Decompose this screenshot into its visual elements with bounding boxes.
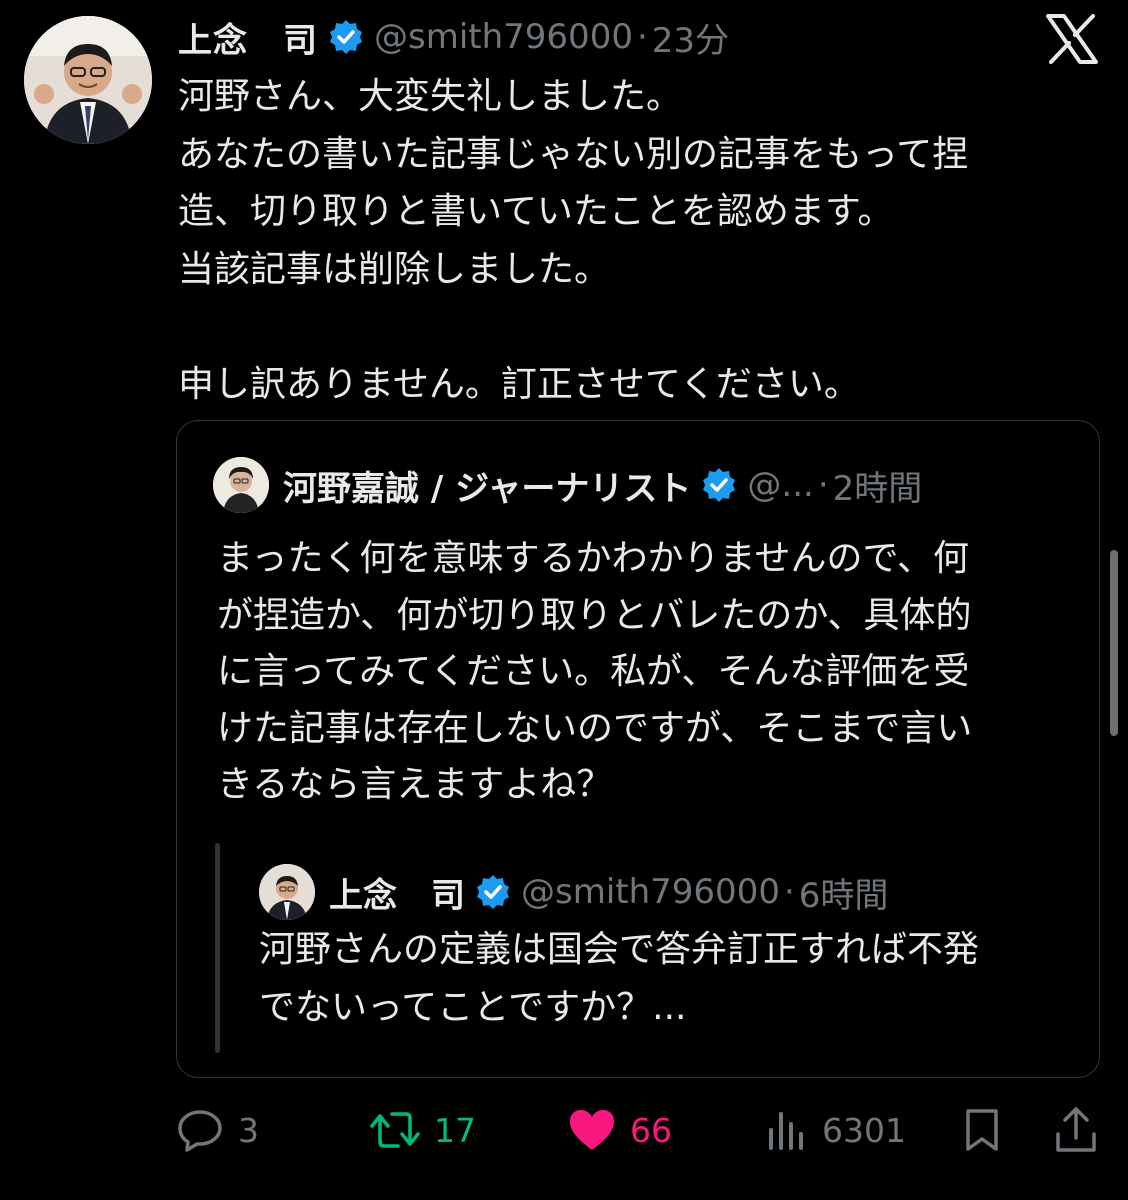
nested-author-name[interactable]: 上念 司 (329, 868, 465, 917)
nested-line: でないってことですか？... (259, 987, 687, 1028)
quoted-line: に言ってみてください。私が、そんな評価を受 (217, 651, 970, 692)
share-icon (1054, 1106, 1112, 1154)
quoted-tweet-time[interactable]: 2時間 (833, 461, 923, 510)
quoted-line: きるなら言えますよね？ (217, 764, 613, 805)
author-handle[interactable]: @smith796000 (374, 17, 633, 57)
nested-author-handle[interactable]: @smith796000 (521, 872, 780, 912)
tweet-line: 河野さん、大変失礼しました。 (178, 76, 683, 117)
quoted-line: が捏造か、何が切り取りとバレたのか、具体的 (217, 594, 972, 636)
nested-tweet-body: 河野さんの定義は国会で答弁訂正すれば不発 でないってことですか？... (259, 921, 1079, 1037)
quoted-line: けた記事は存在しないのですが、そこまで言い (217, 707, 973, 749)
tweet-line: 当該記事は削除しました。 (178, 248, 611, 290)
quoted-tweet-card[interactable]: 河野嘉誠 / ジャーナリスト @... · 2時間 まったく何を意味するかわかり… (176, 420, 1100, 1078)
tweet-line: 申し訳ありません。訂正させてください。 (178, 363, 860, 405)
tweet-header: 上念 司 @smith796000 · 23分 (178, 13, 729, 62)
thread-line (215, 843, 220, 1053)
like-button[interactable]: 66 (568, 1100, 672, 1160)
quoted-line: まったく何を意味するかわかりませんので、何 (217, 538, 970, 579)
x-logo-icon[interactable] (1046, 14, 1098, 64)
quoted-tweet-header: 河野嘉誠 / ジャーナリスト @... · 2時間 (213, 455, 922, 515)
tweet-action-bar: 3 17 66 6301 (0, 1100, 1128, 1160)
retweet-button[interactable]: 17 (370, 1100, 476, 1160)
reply-icon (178, 1108, 238, 1152)
reply-button[interactable]: 3 (178, 1100, 259, 1160)
tweet-time[interactable]: 23分 (652, 13, 729, 62)
author-avatar[interactable] (24, 16, 152, 144)
bookmark-button[interactable] (962, 1100, 1016, 1160)
separator-dot: · (817, 465, 829, 505)
share-button[interactable] (1054, 1100, 1112, 1160)
retweet-icon (370, 1108, 434, 1152)
quoted-tweet-body: まったく何を意味するかわかりませんので、何 が捏造か、何が切り取りとバレたのか、… (217, 531, 1077, 814)
heart-icon (568, 1108, 630, 1152)
nested-tweet-time[interactable]: 6時間 (799, 868, 889, 917)
views-icon (766, 1108, 822, 1152)
tweet-line: あなたの書いた記事じゃない別の記事をもって捏 (178, 133, 969, 175)
nested-line: 河野さんの定義は国会で答弁訂正すれば不発 (259, 929, 980, 970)
tweet-body: 河野さん、大変失礼しました。 あなたの書いた記事じゃない別の記事をもって捏 造、… (178, 68, 1078, 413)
verified-badge-icon (701, 467, 737, 503)
verified-badge-icon (475, 874, 511, 910)
verified-badge-icon (328, 19, 364, 55)
tweet-line: 造、切り取りと書いていたことを認めます。 (178, 191, 894, 232)
retweet-count: 17 (434, 1110, 476, 1150)
views-button[interactable]: 6301 (766, 1100, 906, 1160)
separator-dot: · (783, 872, 795, 912)
quoted-author-avatar (213, 457, 269, 513)
like-count: 66 (630, 1110, 672, 1150)
nested-tweet-header: 上念 司 @smith796000 · 6時間 (259, 863, 888, 921)
author-name[interactable]: 上念 司 (178, 13, 318, 62)
quoted-author-name[interactable]: 河野嘉誠 / ジャーナリスト (283, 461, 691, 510)
separator-dot: · (636, 17, 648, 57)
reply-count: 3 (238, 1110, 259, 1150)
nested-author-avatar (259, 864, 315, 920)
views-count: 6301 (822, 1110, 906, 1150)
scrollbar-thumb[interactable] (1110, 550, 1118, 736)
bookmark-icon (962, 1107, 1016, 1153)
quoted-author-handle[interactable]: @... (747, 465, 813, 505)
